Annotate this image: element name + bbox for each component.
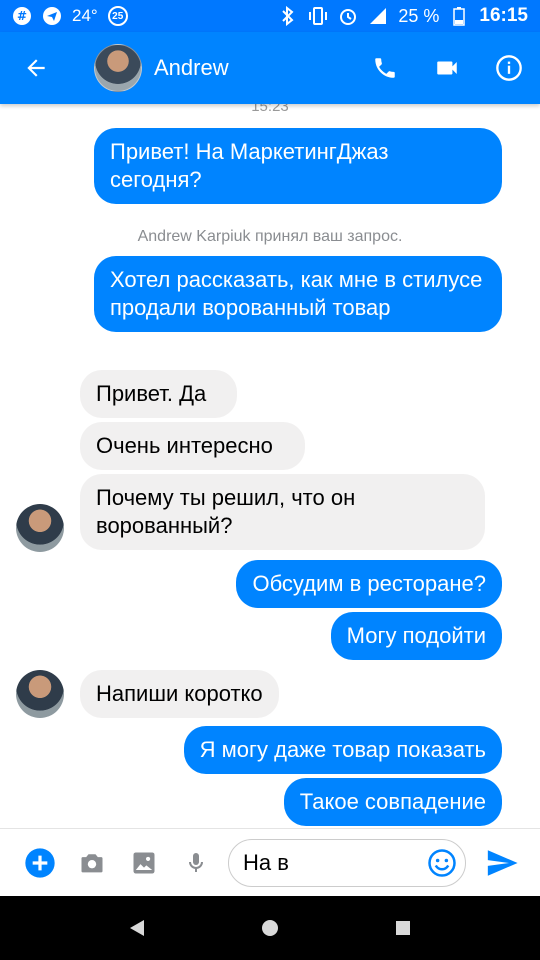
sender-avatar[interactable] [16, 670, 64, 718]
voice-call-button[interactable] [354, 32, 416, 104]
clock: 16:15 [479, 5, 528, 26]
nav-back-button[interactable] [117, 908, 157, 948]
bluetooth-icon [278, 6, 298, 26]
svg-text:#: # [17, 9, 27, 23]
status-right: 25 % 16:15 [278, 5, 528, 27]
system-note: Andrew Karpiuk принял ваш запрос. [137, 228, 403, 245]
message-bubble-outgoing[interactable]: Такое совпадение [283, 778, 502, 826]
message-bubble-outgoing[interactable]: Могу подойти [330, 612, 502, 660]
camera-icon [81, 853, 103, 872]
message-list[interactable]: 15:23 Привет! На МаркетингДжаз сегодня? … [0, 104, 540, 828]
alarm-icon [338, 6, 358, 26]
more-actions-button[interactable] [14, 837, 66, 889]
message-bubble-outgoing[interactable]: Я могу даже товар показать [183, 726, 502, 774]
status-left: # 24° 25 [12, 6, 128, 26]
video-call-button[interactable] [416, 32, 478, 104]
battery-percentage: 25 % [398, 5, 440, 26]
message-timestamp: 15:23 [251, 104, 289, 115]
plus-icon [25, 847, 55, 878]
video-camera-icon [437, 61, 457, 75]
send-button[interactable] [482, 843, 522, 883]
back-arrow-icon [27, 59, 45, 77]
message-bubble-incoming[interactable]: Очень интересно [80, 422, 305, 470]
message-input-text: На в [243, 850, 289, 875]
gallery-button[interactable] [118, 837, 170, 889]
back-button[interactable] [0, 32, 72, 104]
message-bubble-incoming[interactable]: Напиши коротко [80, 670, 279, 718]
message-bubble-outgoing[interactable]: Привет! На МаркетингДжаз сегодня? [94, 128, 502, 204]
home-circle-icon [261, 920, 278, 936]
status-bar: # 24° 25 25 % 16:15 [0, 0, 540, 32]
image-icon [133, 852, 155, 873]
contact-name[interactable]: Andrew [154, 55, 229, 81]
notification-badge: 25 [107, 6, 128, 26]
phone-icon [375, 58, 395, 78]
header-actions [354, 32, 540, 104]
signal-icon [368, 6, 388, 26]
emoji-icon [428, 849, 456, 877]
nav-recents-button[interactable] [383, 908, 423, 948]
contact-avatar[interactable] [94, 44, 142, 92]
send-icon [487, 850, 518, 876]
message-bubble-incoming[interactable]: Привет. Да [80, 370, 237, 418]
slack-icon: # [12, 6, 32, 26]
message-composer: На в [0, 828, 540, 896]
message-input[interactable]: На в [228, 839, 466, 887]
message-bubble-outgoing[interactable]: Хотел рассказать, как мне в стилусе прод… [94, 256, 502, 332]
vibrate-icon [308, 6, 328, 26]
message-bubble-incoming[interactable]: Почему ты решил, что он ворованный? [80, 474, 485, 550]
system-navigation-bar [0, 896, 540, 960]
telegram-icon [42, 6, 62, 26]
camera-button[interactable] [66, 837, 118, 889]
emoji-button[interactable] [427, 848, 457, 878]
message-bubble-outgoing[interactable]: Обсудим в ресторане? [236, 560, 502, 608]
battery-icon [449, 6, 469, 26]
info-icon [496, 55, 522, 81]
conversation-header: Andrew [0, 32, 540, 104]
back-triangle-icon [129, 920, 144, 936]
temperature-text: 24° [72, 6, 98, 25]
voice-message-button[interactable] [170, 837, 222, 889]
microphone-icon [189, 852, 203, 872]
nav-home-button[interactable] [250, 908, 290, 948]
recents-square-icon [396, 921, 411, 935]
sender-avatar[interactable] [16, 504, 64, 552]
conversation-info-button[interactable] [478, 32, 540, 104]
